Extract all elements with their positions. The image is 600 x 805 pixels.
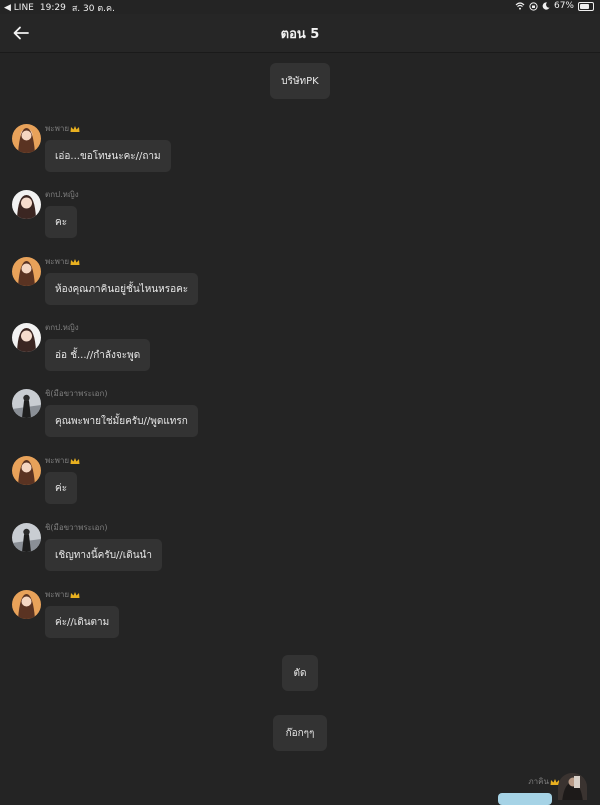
message-text: เอ่อ...ขอโทษนะคะ//ถาม: [55, 150, 161, 162]
sender-name-text: ชิ(มือขวาพระเอก): [45, 523, 108, 532]
message-bubble: ห้องคุณภาคินอยู่ชั้นไหนหรอคะ: [45, 273, 199, 305]
message-text: ห้องคุณภาคินอยู่ชั้นไหนหรอคะ: [55, 283, 189, 295]
crown-icon: [70, 591, 80, 598]
narration-text: บริษัทPK: [281, 75, 319, 87]
sender-name: ตกป.หญิง: [45, 321, 79, 334]
narration-text: ก๊อกๆๆ: [285, 727, 315, 739]
sender-name-text: พะพาย: [45, 257, 70, 266]
avatar[interactable]: [12, 456, 41, 485]
avatar[interactable]: [12, 257, 41, 286]
message-text: ค่ะ//เดินตาม: [55, 616, 110, 628]
sender-name-text: พะพาย: [45, 456, 70, 465]
narration-text: ตัด: [293, 667, 307, 679]
orientation-lock-icon: [529, 1, 538, 11]
sender-name-text: พะพาย: [45, 124, 70, 133]
battery-icon: [578, 1, 594, 11]
back-button[interactable]: [8, 20, 34, 46]
wifi-icon: [515, 2, 525, 10]
avatar[interactable]: [12, 190, 41, 219]
sender-name-text: พะพาย: [45, 590, 70, 599]
message-text: คุณพะพายใช่มั้ยครับ//พูดแทรก: [55, 415, 188, 427]
avatar[interactable]: [12, 124, 41, 153]
avatar[interactable]: [12, 523, 41, 552]
crown-icon: [70, 258, 80, 265]
sender-name: พะพาย: [45, 454, 80, 467]
status-time: 19:29: [39, 3, 66, 13]
moon-icon: [542, 2, 550, 10]
message-bubble: คุณพะพายใช่มั้ยครับ//พูดแทรก: [45, 405, 198, 437]
narration-bubble: ตัด: [282, 655, 318, 691]
own-message-bubble: [498, 793, 552, 805]
nav-bar: ตอน 5: [0, 14, 600, 53]
message-bubble: คะ: [45, 206, 78, 238]
back-to-app-label[interactable]: ◀ LINE: [4, 3, 34, 13]
sender-name: พะพาย: [45, 255, 80, 268]
status-bar: ◀ LINE 19:29 ส. 30 ต.ค. 67%: [0, 0, 600, 14]
sender-name: พะพาย: [45, 588, 80, 601]
sender-name-text: ตกป.หญิง: [45, 190, 79, 199]
message-bubble: ค่ะ: [45, 472, 78, 504]
message-text: อ่อ ชั้...//กำลังจะพูด: [55, 349, 141, 361]
avatar[interactable]: [12, 389, 41, 418]
message-text: ค่ะ: [55, 482, 68, 494]
avatar[interactable]: [12, 323, 41, 352]
sender-name-text: ชิ(มือขวาพระเอก): [45, 389, 108, 398]
message-bubble: อ่อ ชั้...//กำลังจะพูด: [45, 339, 151, 371]
message-text: เชิญทางนี้ครับ//เดินนำ: [55, 549, 152, 561]
sender-name: พะพาย: [45, 122, 80, 135]
status-date: ส. 30 ต.ค.: [71, 4, 115, 14]
sender-name: ชิ(มือขวาพระเอก): [45, 521, 107, 534]
narration-bubble: บริษัทPK: [270, 63, 330, 99]
chapter-title: ตอน 5: [280, 26, 320, 42]
sender-name-text: ภาคิน: [528, 777, 549, 786]
sender-name: ภาคิน: [528, 775, 560, 788]
message-bubble: เชิญทางนี้ครับ//เดินนำ: [45, 539, 162, 571]
sender-name: ตกป.หญิง: [45, 188, 79, 201]
message-bubble: ค่ะ//เดินตาม: [45, 606, 120, 638]
sender-name: ชิ(มือขวาพระเอก): [45, 387, 107, 400]
avatar[interactable]: [12, 590, 41, 619]
crown-icon: [70, 457, 80, 464]
battery-percent: 67%: [553, 1, 574, 11]
message-bubble: เอ่อ...ขอโทษนะคะ//ถาม: [45, 140, 171, 172]
message-text: คะ: [55, 216, 68, 228]
narration-bubble: ก๊อกๆๆ: [273, 715, 327, 751]
arrow-left-icon: [13, 26, 29, 40]
avatar[interactable]: [558, 773, 587, 800]
sender-name-text: ตกป.หญิง: [45, 323, 79, 332]
crown-icon: [70, 125, 80, 132]
